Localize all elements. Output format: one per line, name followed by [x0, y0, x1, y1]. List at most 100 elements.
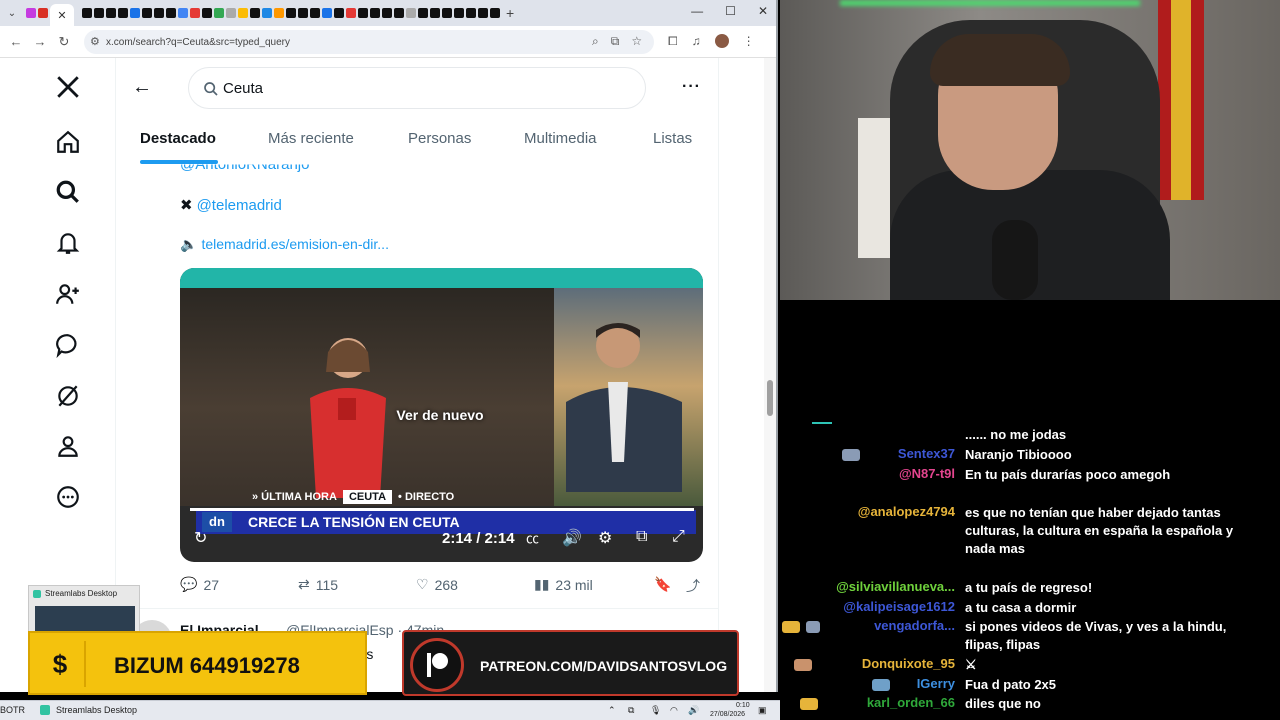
tab-list-chevron-icon[interactable]: ⌄: [4, 8, 20, 19]
new-tab-icon[interactable]: +: [506, 5, 514, 21]
bookmark-star-icon[interactable]: ☆: [631, 34, 642, 49]
chat-username[interactable]: karl_orden_66: [867, 695, 955, 710]
tab-favicon-icon[interactable]: [454, 8, 464, 18]
profile-person-icon[interactable]: [46, 424, 90, 468]
tab-favicon-icon[interactable]: [430, 8, 440, 18]
tab-favicon-icon[interactable]: [154, 8, 164, 18]
maximize-icon[interactable]: ☐: [725, 4, 736, 18]
tab-favicon-icon[interactable]: [322, 8, 332, 18]
mention-link[interactable]: @telemadrid: [197, 197, 282, 214]
video-progress-bar[interactable]: [190, 508, 694, 511]
tab-multimedia[interactable]: Multimedia: [524, 130, 597, 147]
follow-person-plus-icon[interactable]: [46, 272, 90, 316]
tab-favicon-icon[interactable]: [190, 8, 200, 18]
close-window-icon[interactable]: ✕: [758, 4, 768, 18]
close-tab-icon[interactable]: ✕: [57, 9, 66, 22]
tab-favicon-icon[interactable]: [106, 8, 116, 18]
chat-username[interactable]: IGerry: [917, 676, 955, 691]
views-button[interactable]: ▮▮ 23 mil: [534, 576, 593, 593]
search-input[interactable]: Ceuta: [188, 67, 646, 109]
url-field[interactable]: ⚙ x.com/search?q=Ceuta&src=typed_query: [84, 30, 654, 54]
chat-username[interactable]: vengadorfa...: [874, 618, 955, 633]
captions-icon[interactable]: ㏄: [526, 528, 539, 547]
notifications-bell-icon[interactable]: [46, 221, 90, 265]
more-options-icon[interactable]: ···: [682, 78, 701, 96]
back-arrow-icon[interactable]: ←: [132, 76, 152, 99]
profile-avatar[interactable]: [714, 34, 729, 48]
tab-favicon-icon[interactable]: [250, 8, 260, 18]
tab-favicon-icon[interactable]: [118, 8, 128, 18]
tab-favicon-icon[interactable]: [274, 8, 284, 18]
tab-favicon-icon[interactable]: [298, 8, 308, 18]
tab-favicon-icon[interactable]: [466, 8, 476, 18]
bookmark-icon[interactable]: 🔖: [654, 576, 671, 593]
tab-favicon-icon[interactable]: [346, 8, 356, 18]
tray-wifi-icon[interactable]: ◠: [670, 705, 678, 716]
forward-icon[interactable]: →: [28, 34, 52, 49]
tab-listas[interactable]: Listas: [653, 130, 692, 147]
pinned-tab-icons[interactable]: [26, 8, 48, 18]
tab-mas-reciente[interactable]: Más reciente: [268, 130, 354, 147]
messages-chat-icon[interactable]: [46, 323, 90, 367]
home-icon[interactable]: [46, 120, 90, 164]
tab-favicon-icon[interactable]: [358, 8, 368, 18]
tray-volume-icon[interactable]: 🔊: [688, 705, 699, 716]
tab-favicon-icon[interactable]: [82, 8, 92, 18]
replay-label[interactable]: Ver de nuevo: [378, 404, 502, 426]
tab-personas[interactable]: Personas: [408, 130, 471, 147]
x-logo-icon[interactable]: [46, 65, 90, 109]
tray-time[interactable]: 0:10: [736, 702, 750, 709]
tab-favicon-icon[interactable]: [238, 8, 248, 18]
page-scrollbar[interactable]: [764, 58, 776, 692]
tab-favicon-icon[interactable]: [142, 8, 152, 18]
replay-icon[interactable]: ↻: [194, 528, 207, 548]
tab-favicon-icon[interactable]: [406, 8, 416, 18]
like-button[interactable]: ♡ 268: [416, 576, 458, 593]
tray-chevron-icon[interactable]: ⌃: [608, 705, 616, 716]
active-tab[interactable]: ✕: [50, 4, 74, 26]
grok-icon[interactable]: [46, 374, 90, 418]
tab-favicon-icon[interactable]: [94, 8, 104, 18]
post-link[interactable]: telemadrid.es/emision-en-dir...: [201, 236, 389, 252]
tab-favicon-icon[interactable]: [262, 8, 272, 18]
fullscreen-icon[interactable]: ⤢: [672, 528, 685, 546]
chat-username[interactable]: @silviavillanueva...: [836, 579, 955, 594]
tray-date[interactable]: 27/08/2026: [710, 711, 745, 718]
volume-icon[interactable]: 🔊: [562, 528, 582, 548]
minimize-icon[interactable]: —: [691, 4, 703, 18]
url-text[interactable]: x.com/search?q=Ceuta&src=typed_query: [106, 37, 290, 48]
tab-favicon-icon[interactable]: [478, 8, 488, 18]
media-icon[interactable]: ♫: [692, 34, 701, 49]
tab-favicon-icon[interactable]: [370, 8, 380, 18]
search-value[interactable]: Ceuta: [223, 80, 263, 97]
tab-favicon-icon[interactable]: [490, 8, 500, 18]
settings-gear-icon[interactable]: ⚙: [598, 528, 612, 548]
explore-search-icon[interactable]: [46, 170, 90, 214]
tab-favicon-icon[interactable]: [442, 8, 452, 18]
zoom-icon[interactable]: ⌕: [592, 34, 599, 49]
tab-favicon-icon[interactable]: [214, 8, 224, 18]
tab-favicon-icon[interactable]: [166, 8, 176, 18]
tab-favicon-icon[interactable]: [226, 8, 236, 18]
chat-username[interactable]: @analopez4794: [858, 504, 955, 519]
tab-favicon-icon[interactable]: [394, 8, 404, 18]
chat-username[interactable]: @N87-t9l: [899, 466, 955, 481]
tab-favicon-icon[interactable]: [202, 8, 212, 18]
tab-icons[interactable]: [82, 8, 500, 18]
chat-username[interactable]: @kalipeisage1612: [843, 599, 955, 614]
tab-favicon-icon[interactable]: [334, 8, 344, 18]
scrollbar-thumb[interactable]: [767, 380, 773, 416]
repost-button[interactable]: ⇄ 115: [298, 576, 338, 593]
site-info-icon[interactable]: ⚙: [90, 35, 100, 48]
chat-username[interactable]: Sentex37: [898, 446, 955, 461]
tab-favicon-icon[interactable]: [178, 8, 188, 18]
extensions-icon[interactable]: ⧠: [668, 34, 678, 49]
tab-favicon-icon[interactable]: [418, 8, 428, 18]
tab-favicon-icon[interactable]: [130, 8, 140, 18]
taskbar-streamlabs[interactable]: Streamlabs Desktop: [40, 705, 137, 715]
back-icon[interactable]: ←: [4, 34, 28, 49]
video-player[interactable]: Ver de nuevo » ÚLTIMA HORA CEUTA • DIREC…: [180, 268, 703, 562]
notifications-icon[interactable]: ▣: [758, 705, 767, 716]
tab-favicon-icon[interactable]: [382, 8, 392, 18]
reply-button[interactable]: 💬 27: [180, 576, 219, 593]
